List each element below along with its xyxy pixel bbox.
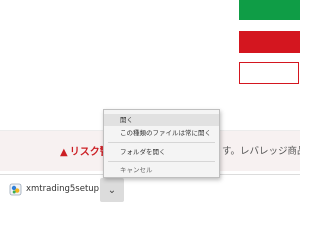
warning-icon: ▲ [60, 147, 68, 158]
menu-item-cancel[interactable]: キャンセル [104, 164, 219, 176]
green-button[interactable] [239, 0, 300, 20]
download-context-menu: 開く この種類のファイルは常に開く フォルダを開く キャンセル [103, 109, 220, 178]
page: ▲リスク警告 す。レバレッジ商品は、 xmtrading5setup.exe ⌄… [0, 0, 300, 204]
menu-separator [108, 161, 215, 162]
risk-warning-text: す。レバレッジ商品は、 [222, 146, 300, 157]
menu-separator [108, 142, 215, 143]
menu-item-open[interactable]: 開く [104, 114, 219, 126]
download-options-button[interactable]: ⌄ [100, 178, 124, 202]
red-button[interactable] [239, 31, 300, 53]
menu-item-show-in-folder[interactable]: フォルダを開く [104, 146, 219, 158]
download-bar: xmtrading5setup.exe ⌄ [0, 174, 300, 204]
chevron-down-icon: ⌄ [107, 184, 117, 196]
outline-button[interactable] [239, 62, 299, 84]
menu-item-always-open[interactable]: この種類のファイルは常に開く [104, 127, 219, 139]
installer-file-icon [9, 183, 22, 196]
